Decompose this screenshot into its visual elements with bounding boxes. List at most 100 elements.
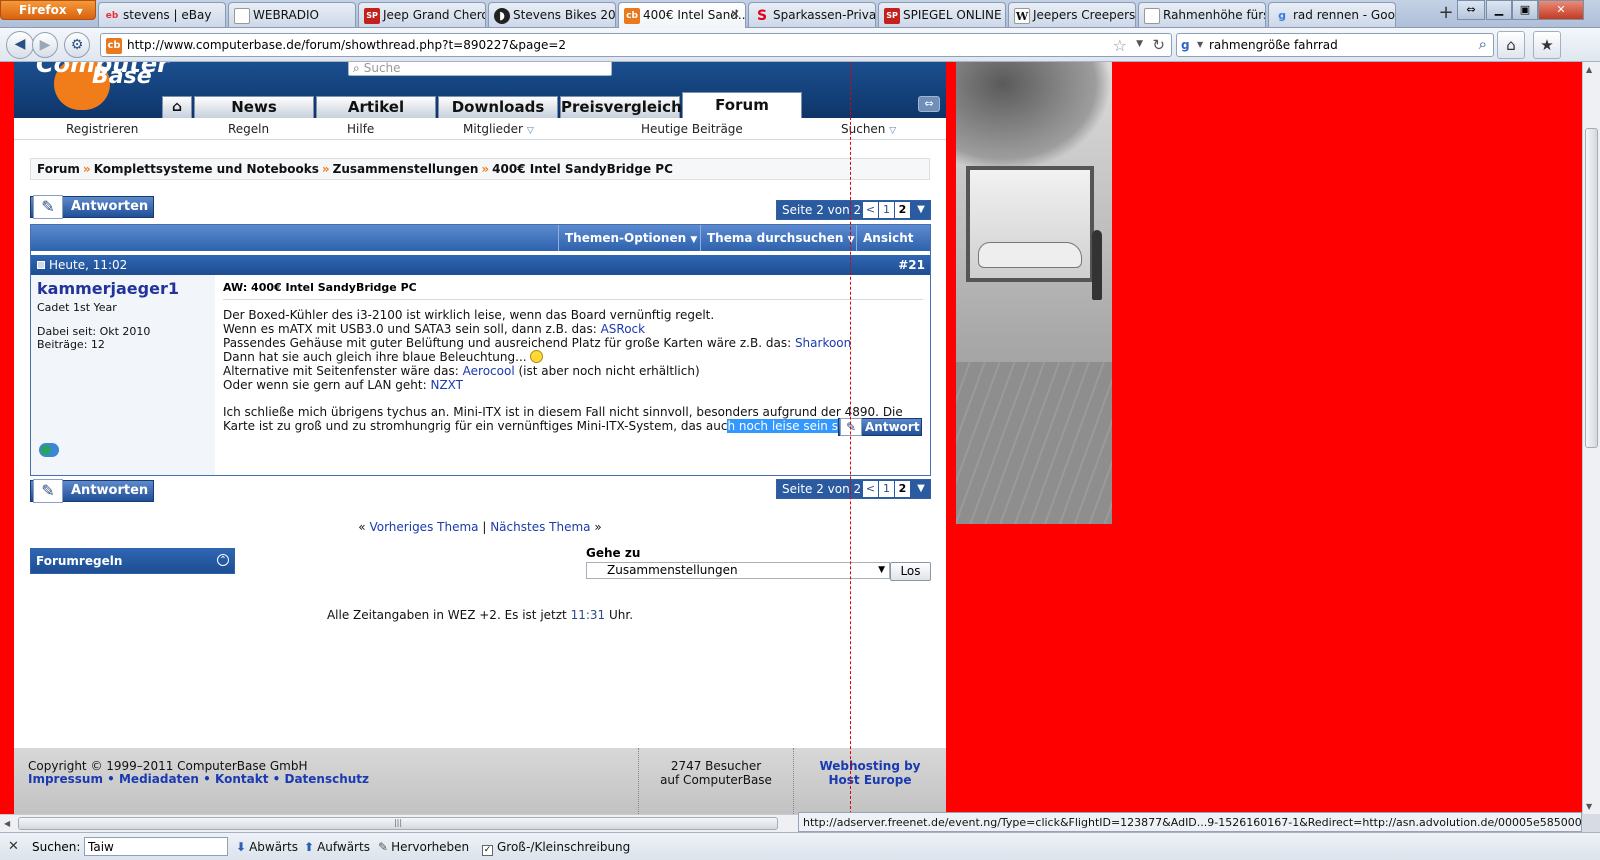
next-thread-link[interactable]: Nächstes Thema — [490, 520, 590, 534]
footer-link-kontakt[interactable]: Kontakt — [215, 772, 268, 786]
search-bar[interactable]: g ▼ ⌕ — [1176, 33, 1494, 57]
home-button[interactable]: ⌂ — [1497, 31, 1525, 59]
forum-rules-panel[interactable]: Forumregeln ⌃ — [30, 548, 235, 574]
link-nzxt[interactable]: NZXT — [430, 378, 463, 392]
tab-preisvergleich[interactable]: Preisvergleich — [560, 96, 682, 118]
thread-view-menu[interactable]: Ansicht ▼ — [856, 225, 930, 271]
subnav-mitglieder[interactable]: Mitglieder ▽ — [463, 122, 534, 136]
browser-tab[interactable]: g rad rennen - Goo... — [1268, 2, 1396, 27]
reply-button-bottom[interactable]: ✎ Antworten — [30, 479, 154, 503]
browser-tab[interactable]: S Sparkassen-Privat... — [748, 2, 876, 27]
highlight-all-button[interactable]: ✎ Hervorheben — [378, 840, 469, 854]
link-sharkoon[interactable]: Sharkoon — [795, 336, 851, 350]
expand-width-icon[interactable]: ⇔ — [918, 96, 940, 112]
browser-tab[interactable]: WEBRADIO — [228, 2, 356, 27]
bookmarks-button[interactable]: ★ — [1533, 31, 1561, 59]
url-input[interactable] — [127, 36, 1107, 54]
reload-icon[interactable]: ↻ — [1152, 36, 1165, 54]
chevron-down-icon[interactable]: ▼ — [913, 481, 929, 497]
browser-tab[interactable]: eb stevens | eBay — [98, 2, 226, 27]
subnav-regeln[interactable]: Regeln — [228, 122, 269, 136]
maximize-button[interactable]: ▣ — [1512, 0, 1538, 20]
window-close-button[interactable]: ✕ — [1538, 0, 1584, 20]
tab-forum[interactable]: Forum — [682, 92, 802, 118]
subnav-registrieren[interactable]: Registrieren — [66, 122, 138, 136]
breadcrumb-item[interactable]: Komplettsysteme und Notebooks — [94, 162, 319, 176]
tab-home[interactable]: ⌂ — [162, 96, 192, 118]
chevron-down-icon[interactable]: ▼ — [1197, 40, 1203, 49]
link-aerocool[interactable]: Aerocool — [463, 364, 515, 378]
forum-page: Computer Base ⌕ Suche ⌂ News Artikel Down… — [14, 62, 946, 814]
browser-tab[interactable]: SP SPIEGEL ONLINE -... — [878, 2, 1006, 27]
page-icon — [234, 8, 250, 24]
pager-page-1[interactable]: 1 — [879, 481, 894, 497]
post-number-link[interactable]: #21 — [898, 255, 925, 275]
forum-rules-title: Forumregeln — [36, 554, 123, 568]
scrollbar-thumb[interactable] — [1585, 128, 1598, 448]
url-bar[interactable]: cb ☆ ▼ ↻ — [100, 33, 1172, 57]
scrollbar-thumb[interactable]: ||| — [18, 817, 778, 830]
history-menu-icon[interactable]: ⚙ — [64, 32, 90, 58]
forward-button[interactable]: ▶ — [32, 32, 58, 58]
firefox-menu-button[interactable]: Firefox ▼ — [0, 0, 96, 20]
close-icon[interactable]: ✕ — [8, 839, 19, 854]
tab-artikel[interactable]: Artikel — [316, 96, 436, 118]
minimize-button[interactable]: ▁ — [1486, 0, 1512, 20]
footer-link-impressum[interactable]: Impressum — [28, 772, 103, 786]
scroll-left-icon[interactable]: ◀ — [4, 819, 10, 828]
chevron-down-icon[interactable]: ▼ — [1136, 39, 1143, 49]
collapse-icon[interactable]: ⌃ — [217, 554, 229, 566]
site-search-input[interactable]: ⌕ Suche — [348, 62, 612, 76]
close-tab-icon[interactable]: ✕ — [730, 7, 740, 21]
pager-page-2[interactable]: 2 — [895, 481, 910, 497]
chevron-down-icon[interactable]: ▼ — [913, 202, 929, 218]
match-case-checkbox[interactable]: ✓ Groß-/Kleinschreibung — [482, 840, 630, 856]
find-previous-button[interactable]: ⬆ Aufwärts — [304, 840, 370, 854]
link-asrock[interactable]: ASRock — [601, 322, 646, 336]
dashed-guide-line — [850, 62, 851, 814]
goto-forum-select[interactable]: Zusammenstellungen ▼ — [586, 562, 890, 579]
breadcrumb-item[interactable]: Forum — [37, 162, 80, 176]
previous-thread-link[interactable]: Vorheriges Thema — [369, 520, 478, 534]
reply-button-top[interactable]: ✎ Antworten — [30, 195, 154, 219]
horizontal-scrollbar[interactable]: ◀ ||| — [0, 814, 798, 832]
pager-prev[interactable]: < — [863, 481, 878, 497]
new-tab-button[interactable]: + — [1435, 2, 1457, 26]
pager-prev[interactable]: < — [863, 202, 878, 218]
browser-tab[interactable]: SP Jeep Grand Chero... — [358, 2, 486, 27]
bookmark-star-icon[interactable]: ☆ — [1113, 36, 1127, 55]
goto-selected-value: Zusammenstellungen — [607, 563, 738, 577]
find-input[interactable] — [84, 837, 228, 856]
tab-scroll-button[interactable]: ⇔ — [1457, 0, 1485, 20]
tab-downloads[interactable]: Downloads — [438, 96, 558, 118]
subnav-heutige-beitraege[interactable]: Heutige Beiträge — [641, 122, 743, 136]
thread-search-menu[interactable]: Thema durchsuchen ▼ — [700, 225, 861, 251]
separator: | — [482, 520, 487, 534]
footer-link-mediadaten[interactable]: Mediadaten — [119, 772, 199, 786]
site-logo[interactable]: Computer Base — [26, 62, 176, 114]
web-search-input[interactable] — [1209, 36, 1459, 54]
google-icon[interactable]: g — [1181, 38, 1197, 54]
vertical-scrollbar[interactable]: ▲ ▼ — [1582, 62, 1600, 814]
scroll-down-icon[interactable]: ▼ — [1586, 802, 1592, 811]
back-button[interactable]: ◀ — [6, 31, 34, 59]
pager-page-2[interactable]: 2 — [895, 202, 910, 218]
hosting-link[interactable]: Webhosting by Host Europe — [794, 759, 946, 787]
browser-tab-active[interactable]: cb 400€ Intel Sand... ✕ — [618, 2, 746, 28]
footer-link-datenschutz[interactable]: Datenschutz — [284, 772, 369, 786]
find-next-button[interactable]: ⬇ Abwärts — [236, 840, 298, 854]
browser-tab[interactable]: ◗ Stevens Bikes 201... — [488, 2, 616, 27]
browser-tab[interactable]: W Jeepers Creepers -... — [1008, 2, 1136, 27]
scroll-up-icon[interactable]: ▲ — [1586, 65, 1592, 74]
goto-button[interactable]: Los — [890, 562, 931, 581]
hosting-line: Host Europe — [828, 773, 912, 787]
browser-tab[interactable]: Rahmenhöhe fürs... — [1138, 2, 1266, 27]
breadcrumb-item[interactable]: Zusammenstellungen — [333, 162, 479, 176]
pager-page-1[interactable]: 1 — [879, 202, 894, 218]
advertisement-banner[interactable] — [956, 62, 1112, 524]
search-icon[interactable]: ⌕ — [1479, 35, 1487, 53]
thread-options-menu[interactable]: Themen-Optionen ▼ — [558, 225, 703, 251]
tab-news[interactable]: News — [194, 96, 314, 118]
author-username-link[interactable]: kammerjaeger1 — [37, 279, 179, 298]
subnav-hilfe[interactable]: Hilfe — [347, 122, 374, 136]
